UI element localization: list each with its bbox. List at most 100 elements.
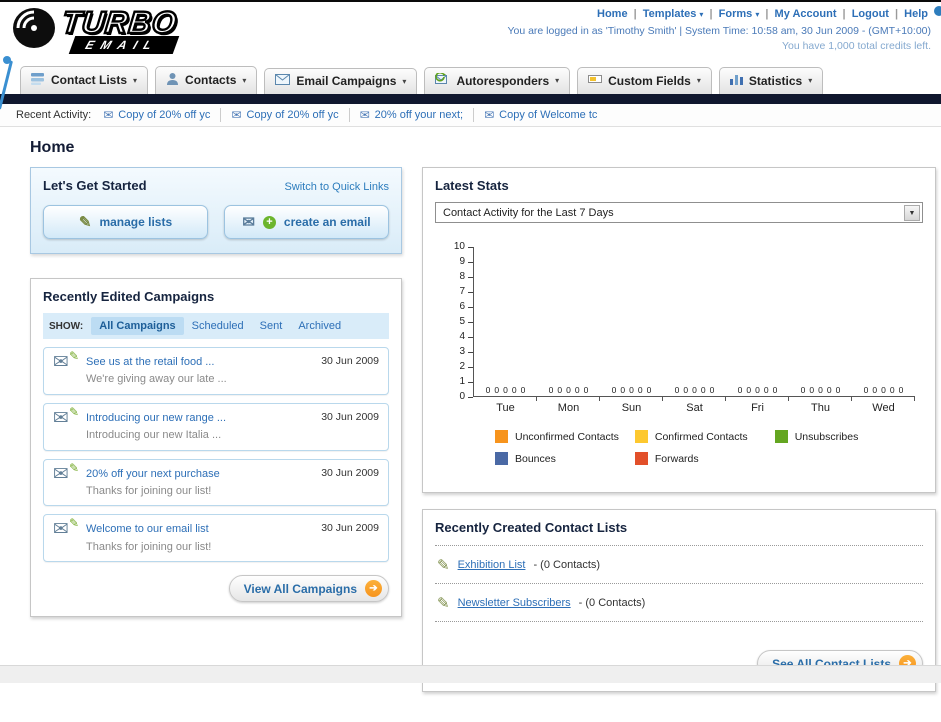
- tab-scheduled[interactable]: Scheduled: [184, 317, 252, 335]
- campaign-date: 30 Jun 2009: [321, 355, 379, 367]
- switch-to-quick-links[interactable]: Switch to Quick Links: [284, 181, 389, 193]
- caret-down-icon: ▾: [755, 10, 760, 19]
- legend-swatch: [634, 452, 648, 465]
- chart-bar-group: 00000: [726, 247, 789, 401]
- tab-sent[interactable]: Sent: [252, 317, 291, 335]
- y-tick-label: 6: [459, 301, 473, 312]
- x-axis-label: Thu: [811, 402, 830, 414]
- campaign-title-link[interactable]: Welcome to our email list: [86, 523, 209, 535]
- nav-tab-custom-fields[interactable]: Custom Fields ▾: [577, 67, 712, 94]
- login-info: You are logged in as 'Timothy Smith' | S…: [507, 25, 931, 37]
- campaign-filter-tabs: SHOW: All Campaigns Scheduled Sent Archi…: [43, 313, 389, 339]
- nav-tab-statistics[interactable]: Statistics ▾: [718, 67, 824, 94]
- bar-value-label: 0: [709, 385, 715, 395]
- top-bar: TURBO EMAIL Home | Templates ▾ | Forms ▾…: [0, 2, 941, 64]
- envelope-icon: ✉: [359, 108, 370, 122]
- x-axis-label: Wed: [872, 402, 895, 414]
- tab-archived[interactable]: Archived: [290, 317, 349, 335]
- autoresponder-icon: [435, 71, 450, 88]
- bar-value-label: 0: [898, 385, 904, 395]
- chart-legend: Unconfirmed Contacts Confirmed Contacts Un…: [495, 430, 915, 474]
- app-logo[interactable]: TURBO EMAIL: [12, 4, 180, 62]
- chart-bar-group: 00000: [537, 247, 600, 401]
- bar-value-label: 0: [548, 385, 554, 395]
- nav-tab-email-campaigns[interactable]: Email Campaigns ▾: [264, 68, 418, 94]
- pencil-icon: ✎: [437, 557, 450, 574]
- stats-period-dropdown[interactable]: Contact Activity for the Last 7 Days ▼: [435, 202, 923, 223]
- tab-all-campaigns[interactable]: All Campaigns: [91, 317, 184, 335]
- logo-subtitle: EMAIL: [68, 36, 180, 54]
- turbine-icon: [12, 6, 58, 53]
- bar-chart-icon: [729, 73, 743, 88]
- campaign-title-link[interactable]: See us at the retail food ...: [86, 356, 214, 368]
- top-link-my-account[interactable]: My Account: [775, 8, 837, 20]
- nav-tab-contact-lists[interactable]: Contact Lists ▾: [20, 66, 149, 94]
- chart-bar-group: 00000: [474, 247, 537, 401]
- bar-value-label: 0: [863, 385, 869, 395]
- contact-list-row: ✎ Newsletter Subscribers - (0 Contacts): [435, 584, 923, 622]
- bar-value-label: 0: [611, 385, 617, 395]
- stats-panel-title: Latest Stats: [435, 178, 509, 193]
- pencil-icon: ✎: [78, 214, 92, 231]
- recent-activity-item[interactable]: ✉ 20% off your next;: [360, 108, 475, 122]
- legend-swatch: [495, 452, 508, 465]
- view-all-campaigns-button[interactable]: View All Campaigns ➔: [228, 575, 389, 603]
- mail-edit-icon: ✉ ✎: [53, 349, 79, 373]
- recent-activity-item[interactable]: ✉ Copy of Welcome tc: [484, 108, 607, 122]
- chart-x-labels: Tue Mon Sun Sat Fri Thu Wed: [474, 397, 915, 414]
- recent-activity-item[interactable]: ✉ Copy of 20% off yc: [103, 108, 222, 122]
- nav-tab-autoresponders[interactable]: Autoresponders ▾: [424, 67, 571, 94]
- mail-edit-icon: ✉ ✎: [53, 404, 79, 429]
- bar-value-label: 0: [889, 385, 895, 395]
- bar-value-label: 0: [763, 385, 769, 395]
- campaign-title-link[interactable]: 20% off your next purchase: [86, 468, 220, 480]
- top-link-home[interactable]: Home: [597, 8, 628, 20]
- campaign-date: 30 Jun 2009: [321, 522, 379, 535]
- envelope-icon: [275, 74, 291, 88]
- bar-value-label: 0: [620, 385, 626, 395]
- y-tick-label: 1: [459, 376, 473, 387]
- top-link-templates[interactable]: Templates ▾: [643, 8, 704, 20]
- y-tick-label: 5: [459, 316, 473, 327]
- legend-swatch: [634, 430, 648, 443]
- bar-value-label: 0: [746, 385, 752, 395]
- contact-list-link[interactable]: Newsletter Subscribers: [458, 597, 571, 609]
- mail-edit-icon: ✉ ✎: [53, 516, 79, 541]
- bar-value-label: 0: [520, 385, 526, 395]
- legend-swatch: [774, 430, 788, 443]
- campaign-title-link[interactable]: Introducing our new range ...: [86, 412, 226, 424]
- bar-value-label: 0: [826, 385, 832, 395]
- x-axis-label: Sat: [686, 402, 703, 414]
- manage-lists-button[interactable]: ✎ manage lists: [43, 205, 208, 239]
- bar-value-label: 0: [755, 385, 760, 395]
- legend-item: Unconfirmed Contacts: [495, 430, 635, 443]
- legend-item: Bounces: [495, 452, 635, 465]
- create-email-button[interactable]: ✉ + create an email: [224, 205, 389, 239]
- recently-edited-campaigns-panel: Recently Edited Campaigns SHOW: All Camp…: [30, 278, 402, 618]
- top-link-forms[interactable]: Forms ▾: [719, 8, 760, 20]
- recent-activity-label: Recent Activity:: [16, 109, 92, 121]
- contact-list-link[interactable]: Exhibition List: [458, 559, 526, 571]
- campaign-row: ✉ ✎ 20% off your next purchase Thanks for…: [43, 458, 389, 507]
- caret-down-icon: ▾: [808, 76, 813, 85]
- campaign-subtitle: We're giving away our late ...: [86, 373, 227, 386]
- bar-value-label: 0: [683, 385, 689, 395]
- caret-down-icon: ▾: [242, 75, 247, 85]
- y-tick-label: 0: [459, 391, 473, 402]
- contact-lists-icon: [31, 72, 45, 88]
- x-axis-label: Tue: [496, 402, 515, 414]
- recent-activity-item[interactable]: ✉ Copy of 20% off yc: [231, 108, 350, 122]
- bar-value-label: 0: [674, 385, 680, 395]
- campaign-row: ✉ ✎ See us at the retail food ... We're g…: [43, 347, 389, 395]
- nav-tab-contacts[interactable]: Contacts ▾: [155, 66, 258, 94]
- custom-fields-icon: [588, 73, 603, 88]
- bar-value-label: 0: [511, 385, 517, 395]
- top-link-logout[interactable]: Logout: [852, 8, 889, 20]
- top-link-help[interactable]: Help: [904, 8, 928, 20]
- campaign-row: ✉ ✎ Introducing our new range ... Introdu…: [43, 402, 389, 451]
- contact-list-row: ✎ Exhibition List - (0 Contacts): [435, 546, 923, 584]
- logo-title: TURBO: [59, 4, 180, 41]
- bar-value-label: 0: [557, 385, 563, 395]
- contact-list-count: - (0 Contacts): [578, 597, 646, 609]
- contact-lists-panel-title: Recently Created Contact Lists: [435, 520, 628, 535]
